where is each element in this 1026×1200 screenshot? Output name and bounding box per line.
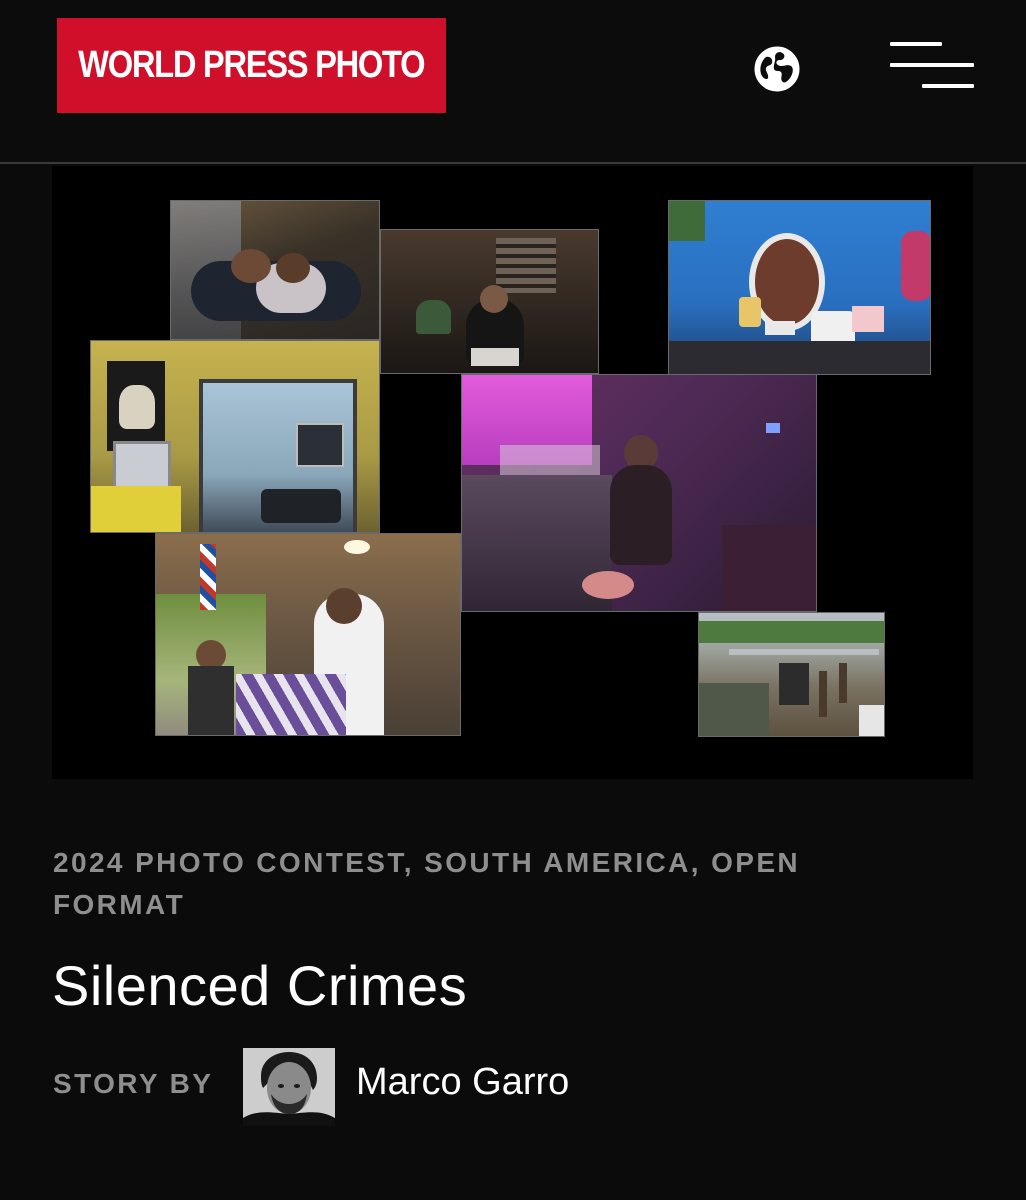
globe-icon <box>754 46 800 92</box>
seated-man-photo[interactable] <box>380 229 599 374</box>
byline-label: STORY BY <box>53 1068 214 1099</box>
logo-text: WORLD PRESS PHOTO <box>78 44 425 86</box>
author-name-link[interactable]: Marco Garro <box>356 1061 569 1104</box>
cemetery-photo[interactable] <box>698 612 885 737</box>
hero-photo-collage[interactable] <box>52 166 973 779</box>
vanity-mirror-photo[interactable] <box>668 200 931 375</box>
author-portrait-image <box>243 1048 335 1126</box>
language-button[interactable] <box>752 44 802 94</box>
couple-resting-photo[interactable] <box>170 200 380 340</box>
story-category[interactable]: 2024 PHOTO CONTEST, SOUTH AMERICA, OPEN … <box>53 842 933 926</box>
site-header: WORLD PRESS PHOTO <box>0 0 1026 164</box>
pink-room-portrait-photo[interactable] <box>461 374 817 612</box>
living-room-photo[interactable] <box>90 340 380 533</box>
story-page: WORLD PRESS PHOTO 2024 PHOTO CONTEST, SO… <box>0 0 1026 1200</box>
author-avatar[interactable] <box>243 1048 335 1126</box>
world-press-photo-logo[interactable]: WORLD PRESS PHOTO <box>57 18 446 113</box>
story-title: Silenced Crimes <box>52 954 468 1017</box>
barbershop-photo[interactable] <box>155 533 461 736</box>
menu-button[interactable] <box>885 38 980 94</box>
